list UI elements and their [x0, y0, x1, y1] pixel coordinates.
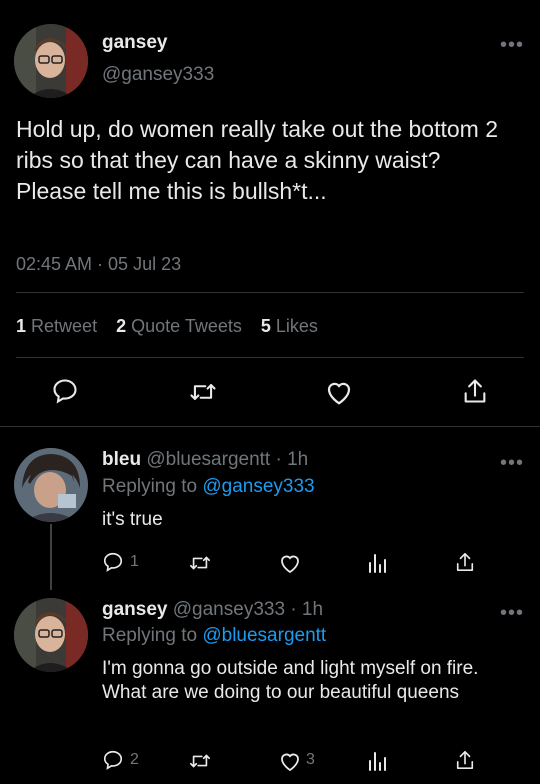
retweet-icon[interactable] [188, 378, 218, 406]
more-options-icon[interactable]: ••• [500, 35, 524, 55]
share-icon[interactable] [462, 377, 488, 405]
avatar[interactable] [14, 598, 88, 672]
replying-to-handle[interactable]: @gansey333 [202, 476, 314, 497]
retweets-stat[interactable]: 1 Retweet [16, 316, 102, 336]
reply-count: 2 [130, 751, 139, 768]
share-icon[interactable] [455, 749, 475, 771]
tweet-stats: 1 Retweet 2 Quote Tweets 5 Likes [16, 316, 318, 337]
reply-time[interactable]: · 1h [290, 599, 323, 620]
replying-to: Replying to @gansey333 [102, 476, 315, 498]
reply-icon[interactable] [102, 551, 124, 573]
author-handle[interactable]: @gansey333 [102, 64, 214, 86]
author-name[interactable]: gansey [102, 32, 167, 54]
reply-icon[interactable] [102, 749, 124, 771]
reply-thread-line [50, 524, 52, 590]
like-icon[interactable] [278, 750, 302, 772]
reply-header: gansey @gansey333 · 1h [102, 599, 323, 621]
likes-count: 5 [260, 316, 271, 336]
quotes-count: 2 [116, 316, 127, 336]
reply-text: it's true [102, 509, 163, 530]
reply-author-name[interactable]: bleu [102, 449, 141, 470]
quotes-stat[interactable]: 2 Quote Tweets [116, 316, 247, 336]
replying-to-label: Replying to [102, 625, 198, 646]
avatar[interactable] [14, 24, 88, 98]
divider [16, 292, 524, 293]
replying-to-label: Replying to [102, 476, 198, 497]
likes-label: Likes [275, 316, 318, 336]
more-options-icon[interactable]: ••• [500, 603, 524, 623]
reply-author-handle[interactable]: @gansey333 [173, 599, 285, 620]
like-icon[interactable] [278, 552, 302, 574]
retweets-count: 1 [16, 316, 27, 336]
reply-time[interactable]: · 1h [276, 449, 309, 470]
reply-icon[interactable] [51, 377, 79, 405]
reply-author-name[interactable]: gansey [102, 599, 167, 620]
like-icon[interactable] [324, 378, 354, 406]
replying-to: Replying to @bluesargentt [102, 625, 326, 647]
quotes-label: Quote Tweets [131, 316, 242, 336]
reply-text: I'm gonna go outside and light myself on… [102, 658, 479, 703]
retweet-icon[interactable] [188, 552, 212, 574]
reply-count: 1 [130, 553, 139, 570]
retweet-icon[interactable] [188, 750, 212, 772]
more-options-icon[interactable]: ••• [500, 453, 524, 473]
reply-header: bleu @bluesargentt · 1h [102, 449, 308, 471]
avatar[interactable] [14, 448, 88, 522]
share-icon[interactable] [455, 551, 475, 573]
tweet-text: Hold up, do women really take out the bo… [16, 116, 499, 204]
likes-stat[interactable]: 5 Likes [261, 316, 318, 336]
replying-to-handle[interactable]: @bluesargentt [202, 625, 326, 646]
reply-author-handle[interactable]: @bluesargentt [146, 449, 270, 470]
analytics-icon[interactable] [366, 551, 388, 575]
like-count: 3 [306, 751, 315, 768]
tweet-timestamp[interactable]: 02:45 AM · 05 Jul 23 [16, 254, 181, 275]
section-divider [0, 426, 540, 427]
analytics-icon[interactable] [366, 749, 388, 773]
retweets-label: Retweet [31, 316, 98, 336]
divider [16, 357, 524, 358]
